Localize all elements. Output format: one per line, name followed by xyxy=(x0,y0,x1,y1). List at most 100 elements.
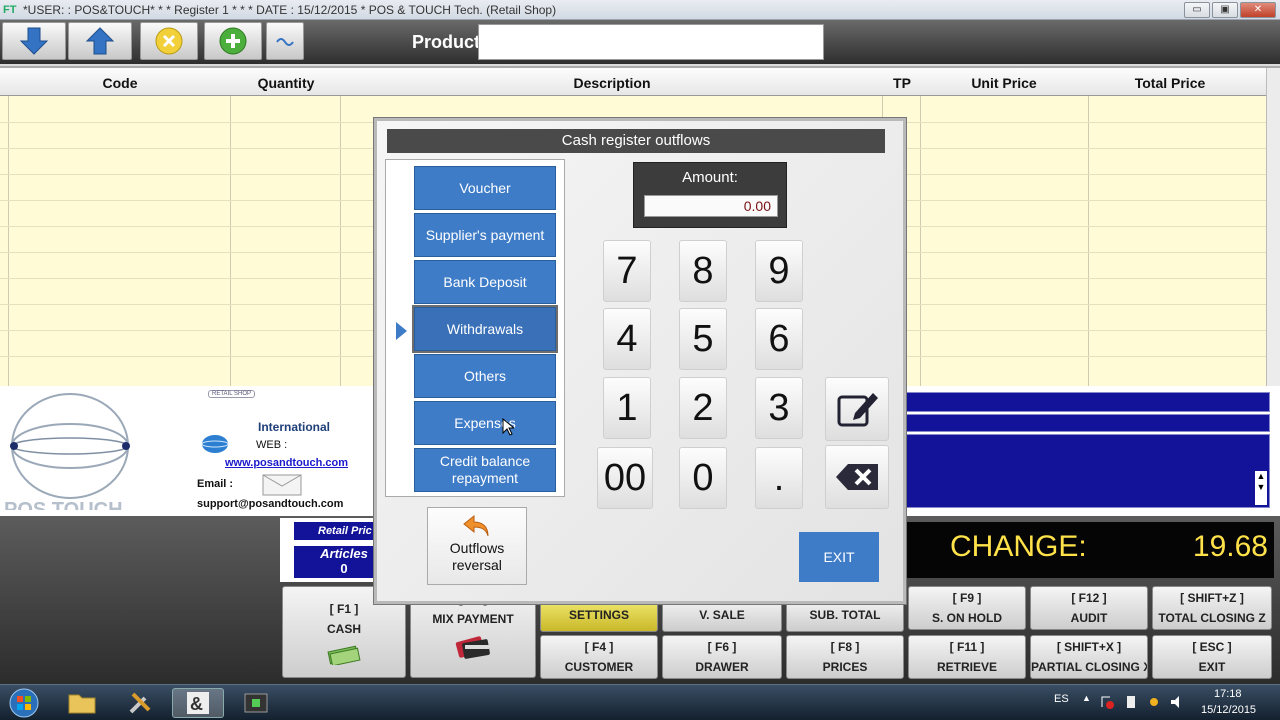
display-scroll-icon[interactable]: ▲ ▼ xyxy=(1255,471,1267,505)
tools-task[interactable] xyxy=(114,688,166,718)
category-bank-deposit[interactable]: Bank Deposit xyxy=(414,260,556,304)
backspace-icon xyxy=(836,464,878,490)
backspace-button[interactable] xyxy=(825,445,889,509)
key-4[interactable]: 4 xyxy=(603,308,651,370)
outflow-category-list: Voucher Supplier's payment Bank Deposit … xyxy=(385,159,565,497)
reversal-line2: reversal xyxy=(452,557,502,573)
retail-shop-badge: RETAIL SHOP xyxy=(208,390,256,398)
grid-scrollbar[interactable] xyxy=(1266,68,1280,388)
retrieve-key: [ F11 ] xyxy=(949,640,985,654)
action-center-icon[interactable] xyxy=(1100,695,1114,709)
key-1[interactable]: 1 xyxy=(603,377,651,439)
start-button[interactable] xyxy=(2,688,46,718)
prices-label: PRICES xyxy=(822,660,868,674)
web-link[interactable]: www.posandtouch.com xyxy=(225,457,348,469)
close-button[interactable]: ✕ xyxy=(1240,2,1276,18)
outflows-reversal-button[interactable]: Outflows reversal xyxy=(427,507,527,585)
recorder-task[interactable] xyxy=(230,688,282,718)
email-label: Email : xyxy=(197,478,234,490)
prices-key: [ F8 ] xyxy=(830,640,860,654)
exit-app-button[interactable]: [ ESC ] EXIT xyxy=(1152,635,1272,679)
partial-closing-button[interactable]: [ SHIFT+X ] PARTIAL CLOSING X xyxy=(1030,635,1148,679)
mouse-cursor-icon xyxy=(502,418,514,436)
add-line-button[interactable] xyxy=(204,22,262,60)
prices-button[interactable]: [ F8 ] PRICES xyxy=(786,635,904,679)
dialog-exit-button[interactable]: EXIT xyxy=(799,532,879,582)
col-quantity: Quantity xyxy=(257,75,315,91)
exit-app-key: [ ESC ] xyxy=(1192,640,1232,654)
key-9[interactable]: 9 xyxy=(755,240,803,302)
volume-icon[interactable] xyxy=(1170,695,1186,709)
move-up-button[interactable] xyxy=(68,22,132,60)
amount-label: Amount: xyxy=(682,169,738,186)
category-credit-balance-repayment[interactable]: Credit balance repayment xyxy=(414,448,556,492)
audit-button[interactable]: [ F12 ] AUDIT xyxy=(1030,586,1148,630)
customer-label: CUSTOMER xyxy=(564,660,634,674)
web-label: WEB : xyxy=(256,439,288,451)
clock-date[interactable]: 15/12/2015 xyxy=(1201,704,1256,716)
recorder-icon xyxy=(244,693,268,713)
retrieve-label: RETRIEVE xyxy=(936,660,997,674)
file-explorer-task[interactable] xyxy=(56,688,108,718)
retrieve-button[interactable]: [ F11 ] RETRIEVE xyxy=(908,635,1026,679)
title-bar: FT *USER: : POS&TOUCH* * * Register 1 * … xyxy=(0,0,1280,20)
amount-input[interactable]: 0.00 xyxy=(644,195,778,217)
pos-touch-task[interactable]: & xyxy=(172,688,224,718)
display-line-2 xyxy=(902,414,1270,432)
customer-button[interactable]: [ F4 ] CUSTOMER xyxy=(540,635,658,679)
product-label: Product xyxy=(412,32,481,52)
category-withdrawals[interactable]: Withdrawals xyxy=(414,307,556,351)
product-input[interactable] xyxy=(478,24,824,60)
email-value: support@posandtouch.com xyxy=(197,498,344,510)
maximize-button[interactable]: ▣ xyxy=(1212,2,1238,18)
key-0[interactable]: 0 xyxy=(679,447,727,509)
key-2[interactable]: 2 xyxy=(679,377,727,439)
language-indicator[interactable]: ES xyxy=(1054,693,1069,705)
drawer-button[interactable]: [ F6 ] DRAWER xyxy=(662,635,782,679)
exit-app-label: EXIT xyxy=(1198,660,1226,674)
articles-label: Articles xyxy=(320,546,368,561)
col-description: Description xyxy=(573,75,651,91)
total-closing-button[interactable]: [ SHIFT+Z ] TOTAL CLOSING Z xyxy=(1152,586,1272,630)
edit-button[interactable] xyxy=(825,377,889,441)
pos-touch-logo: POS TOUCH xyxy=(4,393,130,510)
cancel-icon xyxy=(155,27,183,55)
customer-key: [ F4 ] xyxy=(584,640,614,654)
total-closing-key: [ SHIFT+Z ] xyxy=(1180,591,1244,605)
cash-label: CASH xyxy=(326,622,361,636)
arrow-up-icon xyxy=(85,27,115,55)
undo-arrow-icon xyxy=(463,514,489,537)
col-code: Code xyxy=(102,75,138,91)
reversal-line1: Outflows xyxy=(449,540,505,556)
category-supplier-payment[interactable]: Supplier's payment xyxy=(414,213,556,257)
key-7[interactable]: 7 xyxy=(603,240,651,302)
options-button[interactable] xyxy=(266,22,304,60)
category-others[interactable]: Others xyxy=(414,354,556,398)
key-5[interactable]: 5 xyxy=(679,308,727,370)
on-hold-button[interactable]: [ F9 ] S. ON HOLD xyxy=(908,586,1026,630)
company-name: International xyxy=(258,420,331,434)
device-icon[interactable] xyxy=(1124,695,1138,709)
category-voucher[interactable]: Voucher xyxy=(414,166,556,210)
tray-expand-icon[interactable]: ▲ xyxy=(1082,693,1091,703)
minimize-button[interactable]: ▭ xyxy=(1184,2,1210,18)
arrow-down-icon xyxy=(19,27,49,55)
mail-icon xyxy=(262,474,302,496)
key-3[interactable]: 3 xyxy=(755,377,803,439)
windows-start-icon xyxy=(9,688,39,718)
plus-icon xyxy=(219,27,247,55)
category-expenses[interactable]: Expenses xyxy=(414,401,556,445)
key-decimal[interactable]: . xyxy=(755,447,803,509)
move-down-button[interactable] xyxy=(2,22,66,60)
display-area: ▲ ▼ xyxy=(902,434,1270,508)
key-8[interactable]: 8 xyxy=(679,240,727,302)
network-icon[interactable] xyxy=(1146,695,1162,709)
audit-key: [ F12 ] xyxy=(1071,591,1107,605)
amount-panel: Amount: 0.00 xyxy=(633,162,787,228)
col-tp: TP xyxy=(893,75,911,91)
clock-time[interactable]: 17:18 xyxy=(1214,688,1242,700)
key-00[interactable]: 00 xyxy=(597,447,653,509)
delete-line-button[interactable] xyxy=(140,22,198,60)
partial-closing-key: [ SHIFT+X ] xyxy=(1056,640,1122,654)
key-6[interactable]: 6 xyxy=(755,308,803,370)
